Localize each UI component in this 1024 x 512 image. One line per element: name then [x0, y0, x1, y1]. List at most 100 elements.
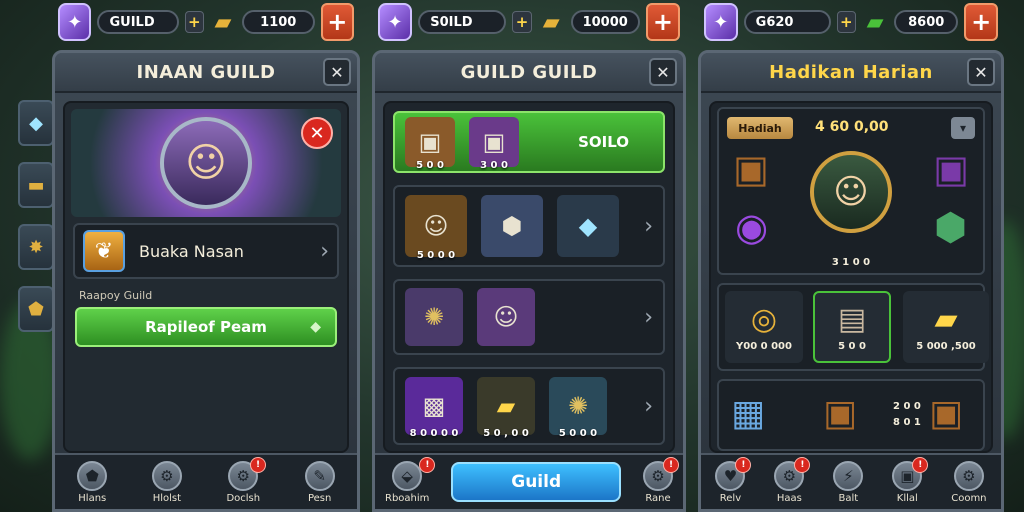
nav-item-doclsh[interactable]: ⚙ Doclsh ! [226, 456, 267, 504]
nav-item-hlolst[interactable]: ⚙ Hlolst [151, 460, 182, 504]
item-price: 5 0 0 0 [416, 250, 456, 261]
nav-item-coomn[interactable]: ⚙ Coomn [951, 460, 987, 504]
gear-icon: ⚙ [151, 460, 182, 491]
item-price: 5 0 , 0 0 [483, 428, 529, 439]
panel-frame: Hadikan Harian ✕ Hadiah 4 60 0,00 ▾ ▣ ◉ … [698, 50, 1004, 512]
nav-item-hlans[interactable]: ⬟ Hlans [77, 460, 108, 504]
guild-entry[interactable]: ❦ Buaka Nasan › [73, 223, 339, 279]
nav-item-pesn[interactable]: ✎ Pesn [304, 460, 335, 504]
chest-icon: ▣ 3 0 0 [469, 117, 519, 171]
guild-panel: ✦ GUILD + ▰ 1100 + INAAN GUILD ✕ ☺ ✕ ❦ B… [52, 0, 360, 512]
nav-label: Hlans [78, 492, 107, 504]
gold-counter: 10000 [570, 10, 640, 34]
bolt-icon: ⚡ [833, 460, 864, 491]
close-button[interactable]: ✕ [649, 58, 677, 86]
hero-portrait-icon: ☺ [477, 288, 535, 346]
chest-icon: ▣ 5 0 0 [405, 117, 455, 171]
shop-row[interactable]: ▣ 5 0 0 ▣ 3 0 0 SOILO [393, 111, 665, 173]
coin-icon: ◎ [750, 302, 778, 337]
shop-row[interactable]: ▩ 8 0 0 0 0 ▰ 5 0 , 0 0 ✺ 5 0 0 0 › [393, 367, 665, 445]
gem-icon: ✦ [378, 3, 413, 41]
notification-badge: ! [912, 456, 929, 473]
item-price: 8 0 0 0 0 [409, 428, 459, 439]
chest-value: 8 0 1 [893, 417, 921, 428]
nav-label: Doclsh [226, 492, 261, 504]
nav-label: Relv [719, 492, 742, 504]
reward-cell[interactable]: ▤ 5 0 0 [813, 291, 891, 363]
close-button[interactable]: ✕ [323, 58, 351, 86]
portrait-caption: 3 1 0 0 [831, 257, 871, 268]
nav-label: Rane [645, 492, 671, 504]
chest-row[interactable]: ▦ ▣ 2 0 0 8 0 1 ▣ [717, 379, 985, 451]
hero-portrait-icon: ☺ 5 0 0 0 [405, 195, 467, 261]
guild-name: Buaka Nasan [139, 241, 244, 261]
sword-icon[interactable]: ✸ [18, 224, 54, 270]
add-gem-button[interactable]: + [836, 11, 856, 33]
chest-icon: ▣ [733, 147, 769, 191]
gem-icon: ✦ [704, 3, 738, 41]
notification-badge: ! [250, 456, 267, 473]
nav-label: Coomn [951, 492, 987, 504]
relic-icon: ✺ [405, 288, 463, 346]
reward-cell[interactable]: ▰ 5 000 ,500 [903, 291, 989, 363]
bottom-nav: ♥ Relv ! ⚙ Haas ! ⚡ Balt ▣ Kllal ! ⚙ Coo… [701, 453, 1001, 509]
guild-action-label: Rapileof Peam [145, 318, 267, 336]
panel-content: ☺ ✕ ❦ Buaka Nasan › Raapoy Guild Rapileo… [63, 101, 349, 453]
collapse-icon[interactable]: ▾ [951, 117, 975, 139]
nav-item-balt[interactable]: ⚡ Balt [833, 460, 864, 504]
daily-reward-panel: ✦ G620 + ▰ 8600 + Hadikan Harian ✕ Hadia… [698, 0, 1004, 512]
nav-label: Pesn [307, 492, 332, 504]
notification-badge: ! [735, 456, 752, 473]
gem-counter: G620 [743, 10, 831, 34]
add-gold-button[interactable]: + [964, 3, 998, 41]
shield-icon: ⬟ [77, 460, 108, 491]
shop-row[interactable]: ☺ 5 0 0 0 ⬢ ◆ › [393, 185, 665, 267]
shield-icon[interactable]: ⬟ [18, 286, 54, 332]
add-gem-button[interactable]: + [184, 11, 204, 33]
item-price: 3 0 0 [480, 160, 508, 171]
row-label: SOILO [578, 133, 629, 151]
boot-icon: ⬙ [392, 460, 423, 491]
nav-item-relv[interactable]: ♥ Relv ! [715, 456, 752, 504]
close-button[interactable]: ✕ [967, 58, 995, 86]
crystal-icon[interactable]: ◆ [18, 100, 54, 146]
gold-counter: 8600 [894, 10, 959, 34]
nav-item-haas[interactable]: ⚙ Haas ! [774, 456, 811, 504]
chevron-right-icon: › [644, 393, 653, 419]
add-gold-button[interactable]: + [645, 3, 680, 41]
guild-button[interactable]: Guild [451, 462, 622, 502]
guild-leader-avatar[interactable]: ☺ [160, 117, 252, 209]
gold-amount: 4 60 0,00 [815, 119, 889, 135]
nav-label: Kllal [896, 492, 918, 504]
reward-cell[interactable]: ◎ Y00 0 000 [725, 291, 803, 363]
notification-badge: ! [663, 456, 679, 473]
add-gem-button[interactable]: + [512, 11, 532, 33]
hero-avatar: ☺ [810, 151, 892, 233]
chest-icon: ▣ [933, 147, 969, 191]
close-red-icon[interactable]: ✕ [301, 117, 333, 149]
reward-summary: Hadiah 4 60 0,00 ▾ ▣ ◉ ☺ 3 1 0 0 ▣ ⬢ [717, 107, 985, 275]
nav-item-rane[interactable]: ⚙ Rane ! [643, 456, 679, 504]
hero-banner: ☺ ✕ [71, 109, 341, 217]
panel-title: GUILD GUILD [460, 61, 598, 83]
wrench-icon: ✎ [304, 460, 335, 491]
panel-frame: GUILD GUILD ✕ ▣ 5 0 0 ▣ 3 0 0 SOILO ☺ 5 … [372, 50, 686, 512]
guild-action-button[interactable]: Rapileof Peam ◆ [75, 307, 337, 347]
orb-icon: ✺ 5 0 0 0 [549, 377, 607, 439]
emblem-icon: ⬢ [481, 195, 543, 257]
title-bar: GUILD GUILD ✕ [375, 53, 683, 93]
nav-item-kllal[interactable]: ▣ Kllal ! [892, 456, 929, 504]
chest-icon[interactable]: ▬ [18, 162, 54, 208]
chest-value: 2 0 0 [893, 401, 921, 412]
gold-bar-icon: ▰ [934, 302, 958, 337]
reward-row[interactable]: ◎ Y00 0 000 ▤ 5 0 0 ▰ 5 000 ,500 [717, 283, 989, 371]
title-bar: INAAN GUILD ✕ [55, 53, 357, 93]
nav-label: Balt [838, 492, 859, 504]
gear-icon: ⚙ [953, 460, 984, 491]
gold-icon: ▰ [542, 9, 560, 35]
chevron-right-icon: › [644, 304, 653, 330]
gem-counter: GUILD [97, 10, 179, 34]
add-gold-button[interactable]: + [320, 3, 354, 41]
nav-item-rboahim[interactable]: ⬙ Rboahim ! [385, 456, 436, 504]
shop-row[interactable]: ✺ ☺ › [393, 279, 665, 355]
